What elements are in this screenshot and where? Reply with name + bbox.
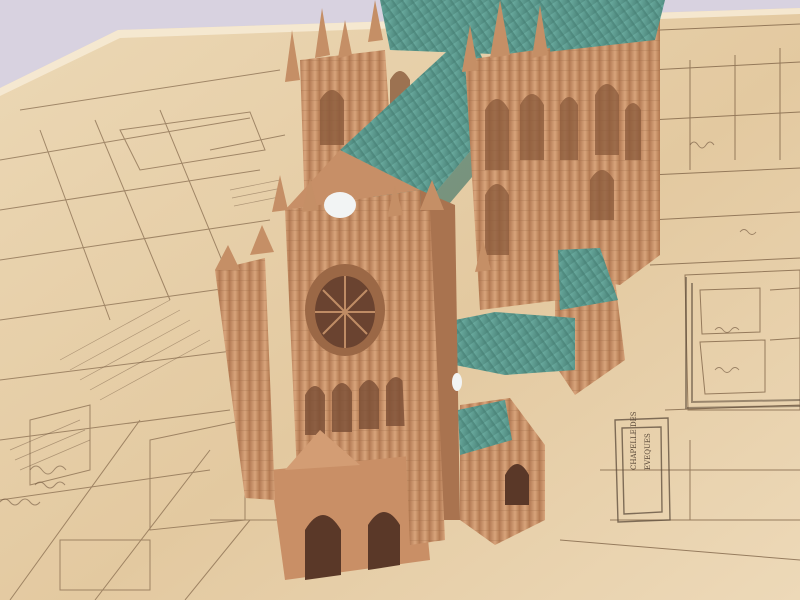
south-porch-door xyxy=(505,464,529,505)
aisle-roof xyxy=(455,312,575,375)
gable-oculus xyxy=(324,192,356,218)
side-lancet-glint xyxy=(452,373,462,391)
cathedral-render-scene: CHAPELLE DES EVEQUES xyxy=(0,0,800,600)
porch-arch-left xyxy=(305,515,341,580)
porch-arch-right xyxy=(368,512,400,570)
scene-svg: CHAPELLE DES EVEQUES xyxy=(0,0,800,600)
chapel-label-line2: EVEQUES xyxy=(644,433,652,470)
front-porch xyxy=(270,455,430,580)
chapel-label-line1: CHAPELLE DES xyxy=(630,411,638,470)
